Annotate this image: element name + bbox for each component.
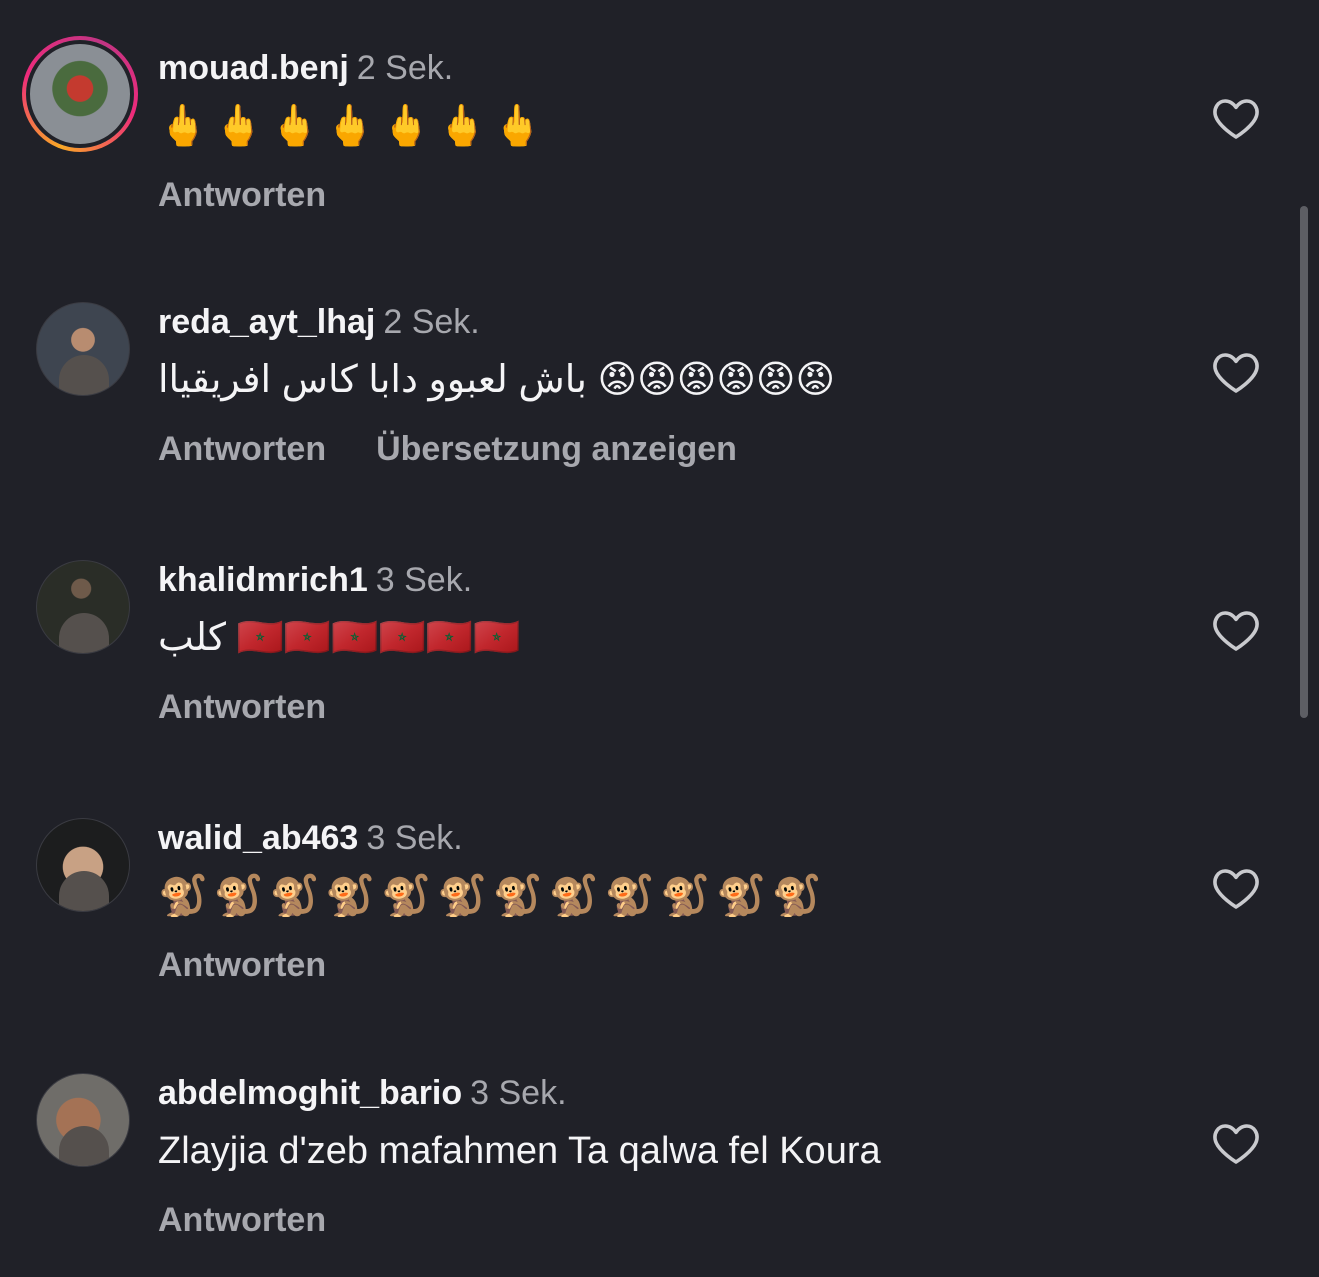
timestamp: 3 Sek. [375,561,473,599]
reply-button[interactable]: Antworten [158,688,326,726]
comment-text: 🖕🖕🖕🖕🖕🖕🖕 [158,103,549,149]
reply-button[interactable]: Antworten [158,176,326,214]
timestamp: 2 Sek. [356,49,454,87]
username[interactable]: walid_ab463 [158,819,358,857]
comment-body: abdelmoghit_bario 3 Sek. Zlayjia d'zeb ma… [158,1073,881,1240]
comment-actions: Antworten [158,176,549,215]
comment-meta: khalidmrich1 3 Sek. [158,560,520,600]
comment-text: باش لعبوو دابا كاس افريقياا 😡😡😡😡😡😡 [158,359,836,401]
comment-text: 🐒🐒🐒🐒🐒🐒🐒🐒🐒🐒🐒🐒 [158,873,828,919]
comment-meta: reda_ayt_lhaj 2 Sek. [158,302,835,342]
heart-outline-icon[interactable] [1212,350,1260,394]
comment-actions: Antworten [158,1201,881,1240]
heart-outline-icon[interactable] [1212,1121,1260,1165]
heart-outline-icon[interactable] [1212,96,1260,140]
comment-text: كلب 🇲🇦🇲🇦🇲🇦🇲🇦🇲🇦🇲🇦 [158,617,521,659]
heart-outline-icon[interactable] [1212,608,1260,652]
timestamp: 2 Sek. [383,303,480,341]
comment-actions: Antworten [158,688,520,727]
username[interactable]: reda_ayt_lhaj [158,303,375,341]
avatar[interactable] [36,1073,132,1169]
comment-body: khalidmrich1 3 Sek. كلب 🇲🇦🇲🇦🇲🇦🇲🇦🇲🇦🇲🇦 Antw… [158,560,520,727]
avatar-image [36,302,130,396]
reply-button[interactable]: Antworten [158,430,326,468]
comment-meta: mouad.benj 2 Sek. [158,48,549,88]
avatar[interactable] [26,40,134,148]
show-translation-button[interactable]: Übersetzung anzeigen [376,430,737,468]
comment-meta: abdelmoghit_bario 3 Sek. [158,1073,881,1113]
avatar-image [36,818,130,912]
username[interactable]: khalidmrich1 [158,561,368,599]
avatar[interactable] [36,302,132,398]
comment-actions: Antworten Übersetzung anzeigen [158,430,835,469]
avatar-image [36,560,130,654]
timestamp: 3 Sek. [366,819,463,857]
username[interactable]: abdelmoghit_bario [158,1074,462,1112]
comment-meta: walid_ab463 3 Sek. [158,818,828,858]
username[interactable]: mouad.benj [158,49,349,87]
avatar[interactable] [36,560,132,656]
timestamp: 3 Sek. [470,1074,567,1112]
comment-body: walid_ab463 3 Sek. 🐒🐒🐒🐒🐒🐒🐒🐒🐒🐒🐒🐒 Antworten [158,818,828,985]
avatar-image [22,36,138,152]
comment-actions: Antworten [158,946,828,985]
comment-body: mouad.benj 2 Sek. 🖕🖕🖕🖕🖕🖕🖕 Antworten [158,48,549,215]
avatar[interactable] [36,818,132,914]
heart-outline-icon[interactable] [1212,866,1260,910]
comment-body: reda_ayt_lhaj 2 Sek. باش لعبوو دابا كاس ا… [158,302,835,469]
avatar-image [36,1073,130,1167]
reply-button[interactable]: Antworten [158,1201,326,1239]
scrollbar[interactable] [1300,206,1308,718]
comment-text: Zlayjia d'zeb mafahmen Ta qalwa fel Kour… [158,1130,881,1172]
reply-button[interactable]: Antworten [158,946,326,984]
